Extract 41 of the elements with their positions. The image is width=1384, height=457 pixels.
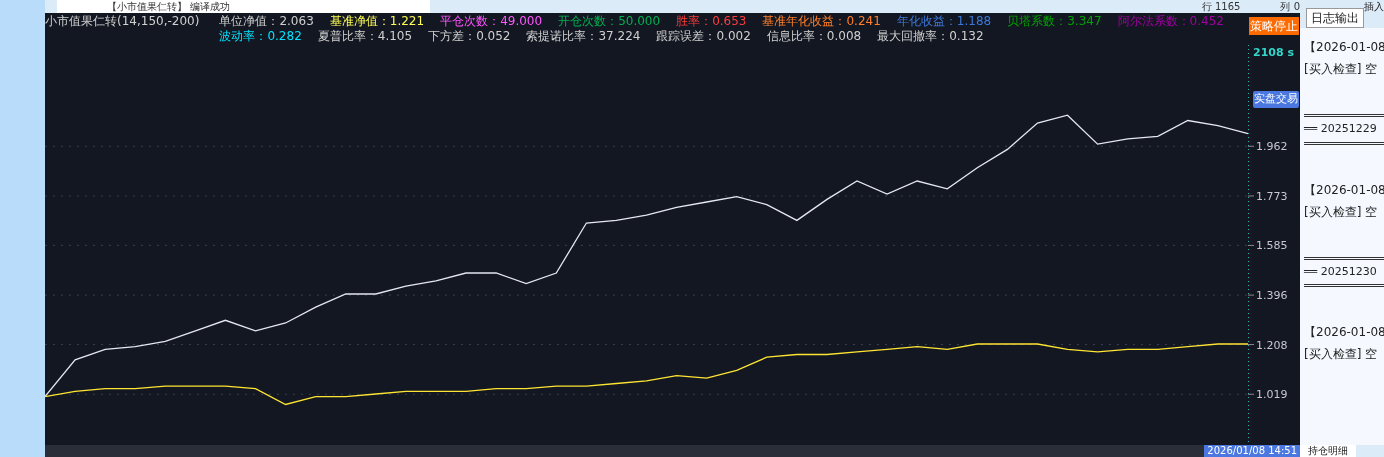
- metric-text: 夏普比率：4.105: [317, 29, 413, 44]
- metric-text: 波动率：0.282: [219, 29, 302, 44]
- y-axis-label: 1.773: [1256, 189, 1288, 203]
- log-message-text: [买入检查] 空: [1304, 61, 1379, 78]
- log-date-text: 【2026-01-08: [1304, 324, 1384, 341]
- compile-status-text: 【小市值果仁转】 编译成功: [57, 0, 431, 13]
- y-axis-label: 1.585: [1256, 239, 1288, 253]
- strategy-stopped-badge: 策略停止: [1249, 17, 1299, 35]
- metric-text: 年化收益：1.188: [896, 14, 992, 29]
- y-axis-label: 1.396: [1256, 289, 1288, 303]
- log-date-text: 【2026-01-08: [1304, 181, 1384, 199]
- column-number-text: 列 0: [1280, 0, 1300, 13]
- log-message-text: [买入检查] 空: [1304, 346, 1379, 363]
- y-axis-label: 1.019: [1256, 388, 1288, 402]
- metric-text: 单位净值：2.063: [219, 14, 314, 29]
- metric-text: 开仓次数：50.000: [558, 14, 661, 29]
- y-axis-label: 1.208: [1256, 338, 1288, 352]
- line-number-text: 行 1165: [1201, 0, 1241, 13]
- strategy-title: 小市值果仁转(14,150,-200): [45, 14, 200, 30]
- metric-text: 贝塔系数：3.347: [1007, 14, 1102, 29]
- metric-text: 信息比率：0.008: [766, 29, 862, 44]
- y-axis-label: 1.962: [1256, 140, 1288, 154]
- metric-text: 基准年化收益：0.241: [762, 14, 881, 29]
- elapsed-time-text: 2108 s: [1253, 45, 1294, 61]
- metric-text: 阿尔法系数：0.452: [1117, 14, 1224, 29]
- log-output-tab[interactable]: 日志输出: [1306, 8, 1364, 28]
- log-separator-text: ══ 20251229: [1304, 121, 1378, 137]
- metric-text: 平仓次数：49.000: [440, 14, 543, 29]
- live-trading-badge: 实盘交易: [1253, 91, 1299, 108]
- time-label: 2026/01/08 14:51: [1204, 445, 1300, 457]
- metric-text: 索提诺比率：37.224: [526, 29, 641, 44]
- metric-text: 跟踪误差：0.002: [656, 29, 751, 44]
- metric-text: 基准净值：1.221: [329, 14, 425, 29]
- metric-text: 最大回撤率：0.132: [877, 29, 984, 44]
- metric-text: 下方差：0.052: [428, 29, 511, 44]
- insert-mode-text: 插入: [1364, 0, 1384, 13]
- log-message-text: [买入检查] 空: [1304, 203, 1379, 221]
- log-date-text: 【2026-01-08: [1304, 39, 1384, 56]
- log-separator-text: ══ 20251230: [1304, 263, 1378, 280]
- positions-tab[interactable]: 持仓明细: [1300, 445, 1356, 457]
- metric-text: 胜率：0.653: [676, 14, 747, 29]
